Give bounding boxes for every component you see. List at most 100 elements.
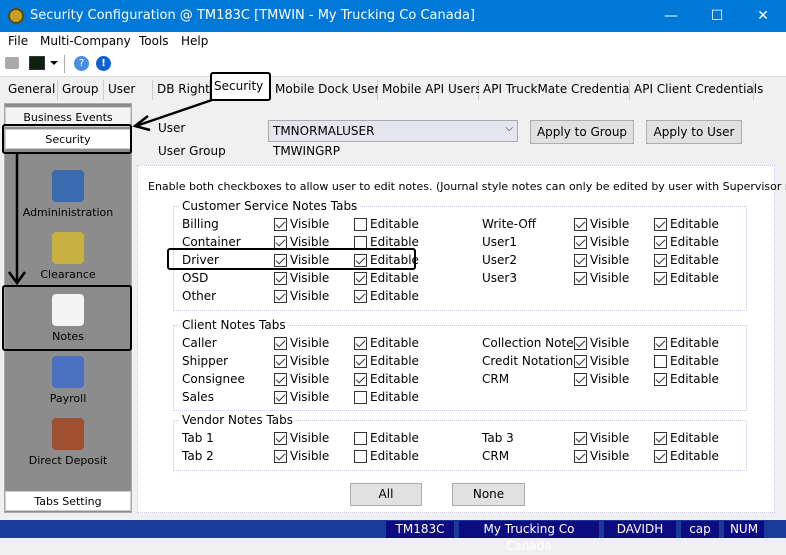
tab-mobile-api-users[interactable]: Mobile API Users <box>378 80 482 100</box>
monitor-icon[interactable] <box>29 56 45 70</box>
editable-label: Editable <box>670 431 719 445</box>
editable-checkbox-write-off[interactable] <box>654 218 667 231</box>
group-vendor-notes-tabs: Vendor Notes Tabs Tab 1 Visible Editable Tab… <box>173 413 747 471</box>
editable-checkbox-sales[interactable] <box>354 391 367 404</box>
row-label-shipper: Shipper <box>182 354 229 368</box>
visible-checkbox-shipper[interactable] <box>274 355 287 368</box>
sidebar-item-admininistration[interactable]: Admininistration <box>5 170 131 219</box>
notes-icon <box>52 294 84 326</box>
editable-checkbox-other[interactable] <box>354 290 367 303</box>
visible-checkbox-tab-1[interactable] <box>274 432 287 445</box>
editable-checkbox-shipper[interactable] <box>354 355 367 368</box>
editable-checkbox-container[interactable] <box>354 236 367 249</box>
visible-label: Visible <box>590 235 630 249</box>
tab-security[interactable]: Security <box>210 75 271 100</box>
apply-to-user-button[interactable]: Apply to User <box>646 120 742 144</box>
window-title: Security Configuration @ TM183C [TMWIN -… <box>30 8 475 23</box>
row-label-tab-1: Tab 1 <box>182 431 214 445</box>
info-icon[interactable]: ! <box>96 56 111 71</box>
visible-label: Visible <box>290 271 330 285</box>
visible-checkbox-osd[interactable] <box>274 272 287 285</box>
tab-general[interactable]: General <box>4 80 58 100</box>
dropdown-arrow-icon[interactable] <box>50 61 58 65</box>
tab-group[interactable]: Group <box>58 80 104 100</box>
visible-checkbox-crm[interactable] <box>574 373 587 386</box>
row-label-tab-2: Tab 2 <box>182 449 214 463</box>
row-label-collection-notes: Collection Notes <box>482 336 580 350</box>
sidebar-item-direct-deposit[interactable]: Direct Deposit <box>5 418 131 467</box>
visible-checkbox-crm[interactable] <box>574 450 587 463</box>
visible-checkbox-other[interactable] <box>274 290 287 303</box>
tab-api-client-credentials[interactable]: API Client Credentials <box>630 80 763 100</box>
editable-checkbox-driver[interactable] <box>354 254 367 267</box>
visible-label: Visible <box>290 449 330 463</box>
editable-checkbox-tab-3[interactable] <box>654 432 667 445</box>
editable-label: Editable <box>670 271 719 285</box>
tab-user[interactable]: User <box>104 80 153 100</box>
tab-api-truckmate-credentials[interactable]: API TruckMate Credentials <box>479 80 639 100</box>
sidebar-item-clearance[interactable]: Clearance <box>5 232 131 281</box>
security-button[interactable]: Security <box>5 129 131 149</box>
row-label-consignee: Consignee <box>182 372 245 386</box>
visible-checkbox-tab-2[interactable] <box>274 450 287 463</box>
editable-checkbox-credit-notations[interactable] <box>654 355 667 368</box>
minimize-button[interactable]: — <box>648 0 694 32</box>
menu-tools[interactable]: Tools <box>139 34 169 48</box>
editable-checkbox-user2[interactable] <box>654 254 667 267</box>
visible-checkbox-caller[interactable] <box>274 337 287 350</box>
menu-file[interactable]: File <box>8 34 28 48</box>
row-label-crm: CRM <box>482 372 510 386</box>
business-events-button[interactable]: Business Events <box>5 107 131 127</box>
help-icon[interactable]: ? <box>74 56 89 71</box>
row-label-caller: Caller <box>182 336 217 350</box>
editable-label: Editable <box>370 354 419 368</box>
user-select[interactable]: TMNORMALUSER ⌵ <box>268 120 518 142</box>
visible-checkbox-container[interactable] <box>274 236 287 249</box>
visible-label: Visible <box>590 336 630 350</box>
close-button[interactable]: ✕ <box>740 0 786 32</box>
editable-checkbox-tab-1[interactable] <box>354 432 367 445</box>
print-icon[interactable] <box>5 57 19 69</box>
editable-checkbox-osd[interactable] <box>354 272 367 285</box>
group-title: Customer Service Notes Tabs <box>180 199 360 213</box>
editable-checkbox-collection-notes[interactable] <box>654 337 667 350</box>
admininistration-icon <box>52 170 84 202</box>
visible-checkbox-user3[interactable] <box>574 272 587 285</box>
tab-mobile-dock-users[interactable]: Mobile Dock Users <box>271 80 386 100</box>
maximize-button[interactable]: ☐ <box>694 0 740 32</box>
visible-label: Visible <box>590 217 630 231</box>
editable-checkbox-user3[interactable] <box>654 272 667 285</box>
editable-checkbox-consignee[interactable] <box>354 373 367 386</box>
visible-checkbox-user2[interactable] <box>574 254 587 267</box>
menu-help[interactable]: Help <box>181 34 208 48</box>
editable-label: Editable <box>670 354 719 368</box>
visible-checkbox-sales[interactable] <box>274 391 287 404</box>
editable-checkbox-crm[interactable] <box>654 373 667 386</box>
editable-checkbox-crm[interactable] <box>654 450 667 463</box>
tabs-setting-button[interactable]: Tabs Setting <box>5 491 131 511</box>
visible-checkbox-credit-notations[interactable] <box>574 355 587 368</box>
editable-checkbox-tab-2[interactable] <box>354 450 367 463</box>
visible-checkbox-user1[interactable] <box>574 236 587 249</box>
row-label-other: Other <box>182 289 217 303</box>
visible-checkbox-consignee[interactable] <box>274 373 287 386</box>
visible-label: Visible <box>290 372 330 386</box>
visible-checkbox-billing[interactable] <box>274 218 287 231</box>
visible-checkbox-collection-notes[interactable] <box>574 337 587 350</box>
all-button[interactable]: All <box>350 483 422 506</box>
row-label-sales: Sales <box>182 390 214 404</box>
apply-to-group-button[interactable]: Apply to Group <box>530 120 634 144</box>
editable-checkbox-user1[interactable] <box>654 236 667 249</box>
visible-checkbox-driver[interactable] <box>274 254 287 267</box>
visible-label: Visible <box>290 289 330 303</box>
visible-checkbox-tab-3[interactable] <box>574 432 587 445</box>
editable-checkbox-billing[interactable] <box>354 218 367 231</box>
editable-checkbox-caller[interactable] <box>354 337 367 350</box>
sidebar-item-payroll[interactable]: Payroll <box>5 356 131 405</box>
menu-multi-company[interactable]: Multi-Company <box>40 34 131 48</box>
sidebar-item-notes[interactable]: Notes <box>5 294 131 343</box>
visible-label: Visible <box>590 431 630 445</box>
tab-db-rights[interactable]: DB Rights <box>153 80 216 100</box>
visible-checkbox-write-off[interactable] <box>574 218 587 231</box>
none-button[interactable]: None <box>452 483 525 506</box>
